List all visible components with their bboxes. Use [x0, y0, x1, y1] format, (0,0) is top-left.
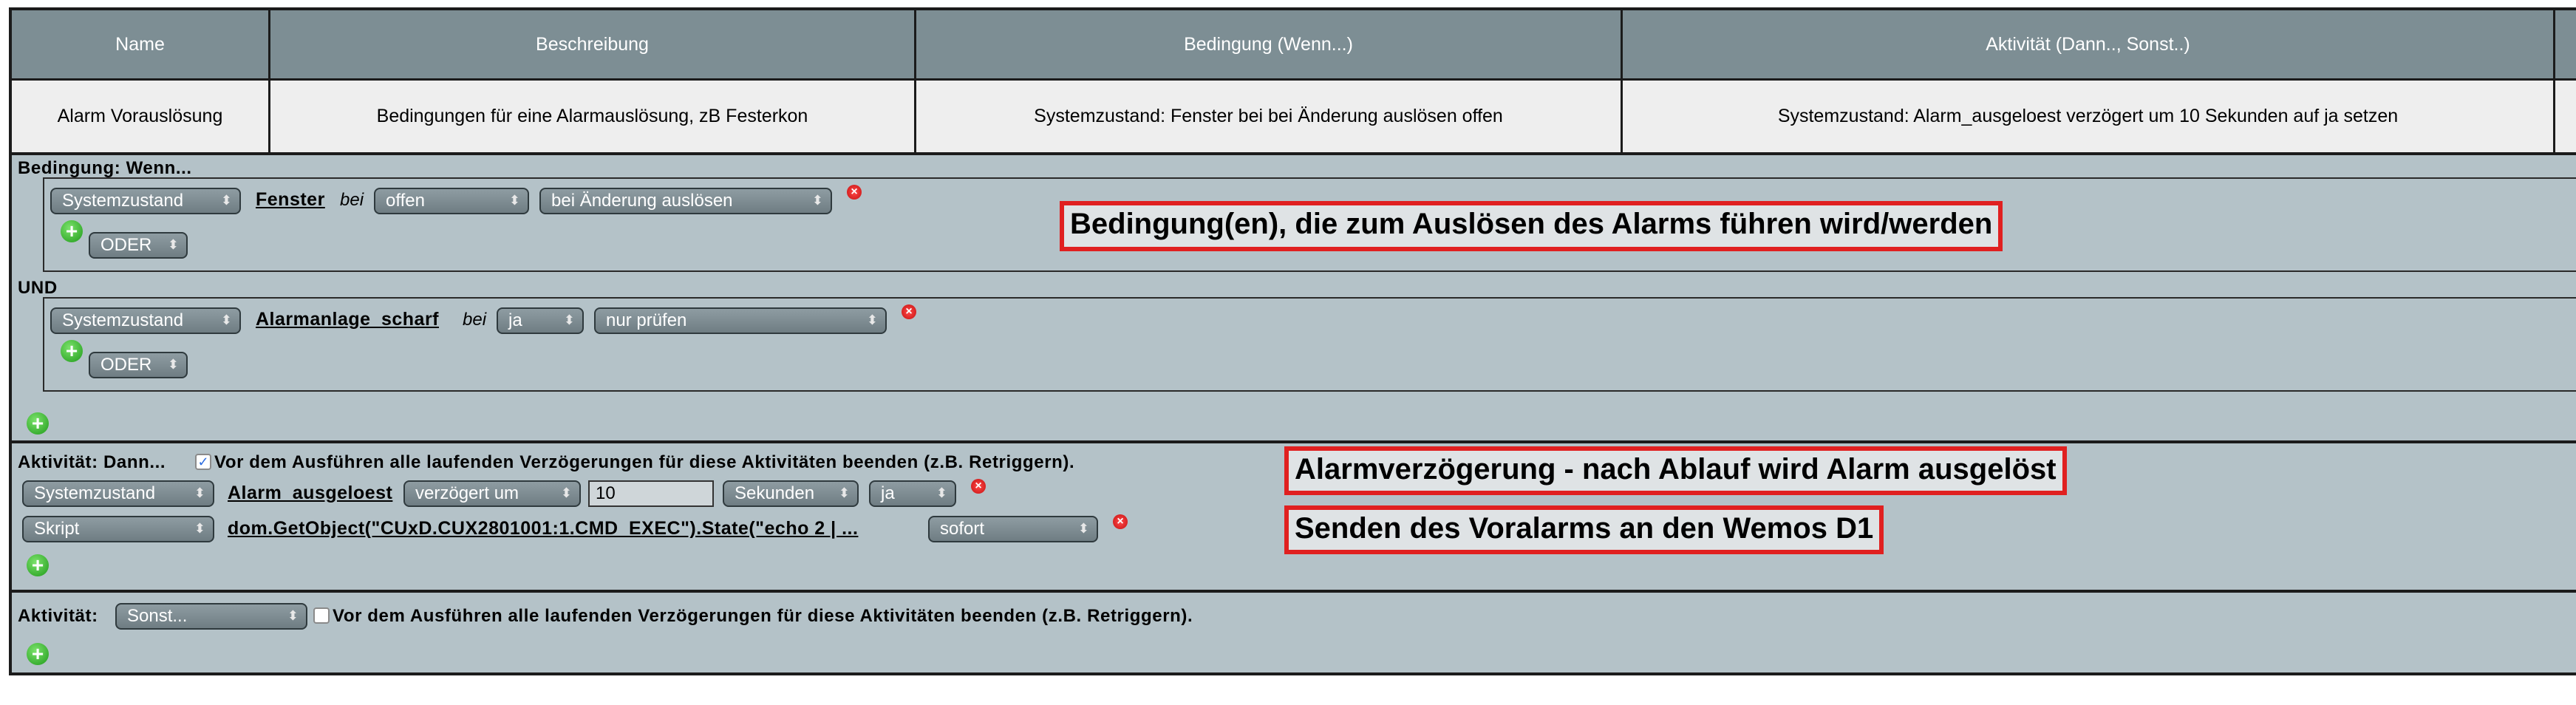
cell-extra	[2555, 81, 2576, 152]
activity2-timing-select[interactable]: sofort ⬍	[928, 516, 1098, 542]
cell-bedingung: Systemzustand: Fenster bei bei Änderung …	[916, 81, 1623, 152]
condition-section: Bedingung: Wenn... Systemzustand ⬍ Fenste…	[12, 155, 2576, 442]
condition2-add-icon[interactable]: +	[61, 340, 83, 362]
add-condition-icon[interactable]: +	[27, 412, 49, 435]
header-extra	[2555, 10, 2576, 78]
condition2-delete-icon[interactable]: ×	[902, 304, 916, 319]
annotation-prealarm: Senden des Voralarms an den Wemos D1	[1284, 505, 1884, 554]
add-activity-icon[interactable]: +	[27, 554, 49, 576]
else-activity-select[interactable]: Sonst... ⬍	[115, 603, 307, 630]
condition1-value-select[interactable]: offen ⬍	[374, 188, 529, 214]
cell-beschreibung[interactable]: Bedingungen für eine Alarmauslösung, zB …	[270, 81, 916, 152]
activity1-unit-select[interactable]: Sekunden ⬍	[723, 480, 859, 507]
condition1-device-link[interactable]: Fenster	[256, 189, 325, 211]
activity2-delete-icon[interactable]: ×	[1113, 514, 1128, 529]
else-retrigger-label: Vor dem Ausführen alle laufenden Verzöge…	[333, 606, 1193, 626]
activity1-value-select[interactable]: ja ⬍	[869, 480, 956, 507]
activity2-type-select[interactable]: Skript ⬍	[22, 516, 214, 542]
else-retrigger-checkbox[interactable]	[313, 607, 330, 624]
annotation-conditions: Bedingung(en), die zum Auslösen des Alar…	[1060, 201, 2003, 251]
condition2-value-select[interactable]: ja ⬍	[497, 307, 584, 334]
header-aktivitaet: Aktivität (Dann.., Sonst..)	[1623, 10, 2555, 78]
activity-retrigger-label: Vor dem Ausführen alle laufenden Verzöge…	[214, 452, 1075, 472]
condition1-add-icon[interactable]: +	[61, 220, 83, 242]
add-else-activity-icon[interactable]: +	[27, 643, 49, 665]
else-activity-section: Aktivität: Sonst... ⬍ Vor dem Ausführen a…	[12, 593, 2576, 675]
header-name: Name	[12, 10, 270, 78]
program-editor-frame: Name Beschreibung Bedingung (Wenn...) Ak…	[9, 7, 2576, 675]
condition-title: Bedingung: Wenn...	[18, 158, 192, 178]
condition1-oder-select[interactable]: ODER ⬍	[89, 232, 188, 259]
activity1-type-select[interactable]: Systemzustand ⬍	[22, 480, 214, 507]
activity1-mode-select[interactable]: verzögert um ⬍	[403, 480, 581, 507]
header-bedingung: Bedingung (Wenn...)	[916, 10, 1623, 78]
und-label: UND	[18, 278, 58, 298]
cell-aktivitaet: Systemzustand: Alarm_ausgeloest verzöger…	[1623, 81, 2555, 152]
header-beschreibung: Beschreibung	[270, 10, 916, 78]
activity-retrigger-checkbox[interactable]: ✓	[195, 454, 211, 470]
condition2-oder-select[interactable]: ODER ⬍	[89, 352, 188, 378]
annotation-delay: Alarmverzögerung - nach Ablauf wird Alar…	[1284, 446, 2067, 495]
condition2-device-link[interactable]: Alarmanlage_scharf	[256, 309, 439, 330]
activity1-delay-input[interactable]: 10	[588, 480, 714, 507]
condition-block-2: Systemzustand ⬍ Alarmanlage_scharf bei ja…	[43, 297, 2576, 392]
activity1-delete-icon[interactable]: ×	[971, 479, 986, 494]
condition2-type-select[interactable]: Systemzustand ⬍	[50, 307, 241, 334]
activity2-script-link[interactable]: dom.GetObject("CUxD.CUX2801001:1.CMD_EXE…	[228, 518, 858, 539]
condition1-delete-icon[interactable]: ×	[847, 185, 862, 200]
condition1-type-select[interactable]: Systemzustand ⬍	[50, 188, 241, 214]
condition1-bei-label: bei	[340, 190, 364, 210]
table-header: Name Beschreibung Bedingung (Wenn...) Ak…	[12, 10, 2576, 81]
condition2-trigger-select[interactable]: nur prüfen ⬍	[594, 307, 887, 334]
else-activity-title: Aktivität:	[18, 606, 98, 626]
condition2-bei-label: bei	[463, 310, 487, 330]
activity1-device-link[interactable]: Alarm_ausgeloest	[228, 483, 392, 504]
table-row[interactable]: Alarm Vorauslösung Bedingungen für eine …	[12, 81, 2576, 155]
activity-title: Aktivität: Dann...	[18, 452, 166, 472]
condition1-trigger-select[interactable]: bei Änderung auslösen ⬍	[539, 188, 832, 214]
cell-name[interactable]: Alarm Vorauslösung	[12, 81, 270, 152]
